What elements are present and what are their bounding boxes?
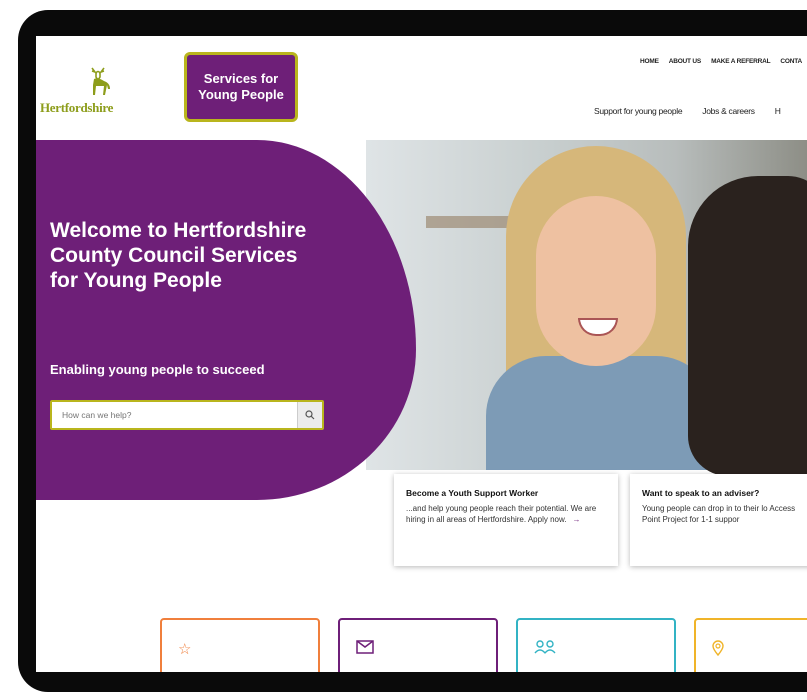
- person-face: [536, 196, 656, 366]
- search-input[interactable]: [52, 402, 296, 428]
- hero-subtitle: Enabling young people to succeed: [50, 362, 265, 377]
- services-badge[interactable]: Services for Young People: [184, 52, 298, 122]
- nav-truncated-item[interactable]: H: [775, 106, 781, 116]
- nav-about-us[interactable]: ABOUT US: [669, 58, 702, 65]
- hero-panel: [36, 140, 416, 500]
- hertfordshire-logo[interactable]: Hertfordshire: [40, 62, 120, 122]
- second-person: [688, 176, 807, 476]
- mail-icon: [356, 640, 374, 658]
- tile-mail[interactable]: [338, 618, 498, 672]
- search-icon: [305, 410, 315, 420]
- tile-people[interactable]: [516, 618, 676, 672]
- card-body: ...and help young people reach their pot…: [406, 503, 606, 525]
- utility-nav: HOME ABOUT US MAKE A REFERRAL CONTA: [640, 58, 802, 65]
- stag-icon: [91, 67, 110, 95]
- nav-home[interactable]: HOME: [640, 58, 659, 65]
- browser-viewport: Hertfordshire Services for Young People …: [36, 36, 807, 672]
- card-title: Become a Youth Support Worker: [406, 488, 539, 498]
- location-pin-icon: [712, 640, 724, 660]
- nav-support-for-young-people[interactable]: Support for young people: [594, 106, 683, 116]
- nav-jobs-careers[interactable]: Jobs & careers: [702, 106, 755, 116]
- star-icon: ☆: [178, 641, 192, 658]
- logo-text: Hertfordshire: [40, 100, 114, 115]
- card-speak-to-adviser[interactable]: Want to speak to an adviser? Young peopl…: [630, 474, 807, 566]
- hero-title: Welcome to Hertfordshire County Council …: [50, 219, 307, 292]
- person-jacket: [486, 356, 716, 470]
- card-title: Want to speak to an adviser?: [642, 488, 760, 498]
- tile-location[interactable]: [694, 618, 807, 672]
- arrow-right-icon[interactable]: →: [573, 515, 581, 524]
- card-body: Young people can drop in to their lo Acc…: [642, 504, 796, 524]
- tile-star[interactable]: ☆: [160, 618, 320, 672]
- people-icon: [534, 640, 556, 658]
- main-nav: Support for young people Jobs & careers …: [594, 106, 781, 116]
- card-body-text: ...and help young people reach their pot…: [406, 504, 597, 524]
- search-box: [50, 400, 324, 430]
- nav-contact[interactable]: CONTA: [780, 58, 802, 65]
- search-button[interactable]: [297, 402, 322, 428]
- card-youth-support-worker[interactable]: Become a Youth Support Worker ...and hel…: [394, 474, 618, 566]
- nav-make-a-referral[interactable]: MAKE A REFERRAL: [711, 58, 771, 65]
